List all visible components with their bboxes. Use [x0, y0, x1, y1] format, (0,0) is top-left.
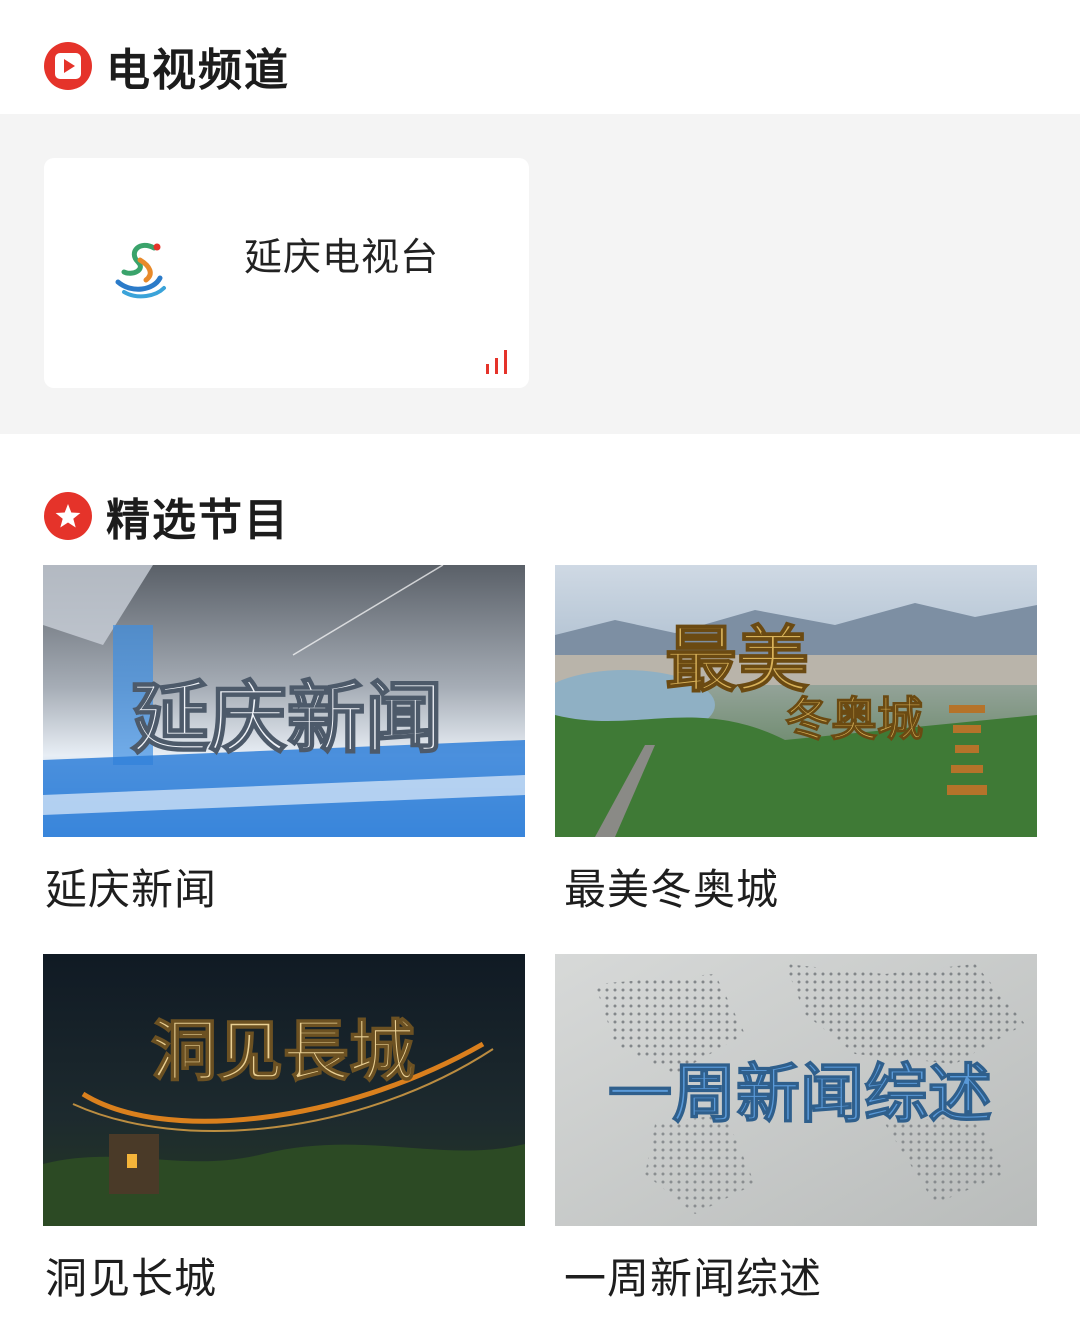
thumb-text-great-wall: 洞见長城: [151, 1016, 415, 1089]
thumb-text-weekly-news-review: 一周新闻综述: [608, 1058, 992, 1130]
program-thumbnail-winter-olympic-city[interactable]: 最美 冬奥城: [555, 565, 1037, 837]
channel-name: 延庆电视台: [244, 235, 440, 279]
channel-card-yanqing-tv[interactable]: 延庆电视台: [44, 158, 529, 388]
program-thumbnail-yanqing-news[interactable]: 延庆新闻: [43, 565, 525, 837]
program-caption-great-wall[interactable]: 洞见长城: [45, 1245, 217, 1306]
program-thumbnail-great-wall[interactable]: 洞见長城: [43, 954, 525, 1226]
play-icon: [44, 42, 92, 90]
audio-bars-icon: [486, 350, 507, 374]
tv-channel-title: 电视频道: [106, 45, 290, 96]
tv-channel-header: 电视频道: [44, 34, 290, 98]
thumb-text-yanqing-news: 延庆新闻: [131, 674, 443, 762]
program-caption-yanqing-news[interactable]: 延庆新闻: [45, 856, 217, 917]
program-caption-winter-olympic-city[interactable]: 最美冬奥城: [564, 856, 779, 917]
yanqing-tv-logo: [110, 238, 174, 308]
program-thumbnail-weekly-news-review[interactable]: 一周新闻综述: [555, 954, 1037, 1226]
star-icon: [44, 492, 92, 540]
program-caption-weekly-news-review[interactable]: 一周新闻综述: [564, 1245, 822, 1306]
thumb-text-winter-olympic-city-top: 最美: [665, 621, 809, 701]
thumb-text-winter-olympic-city-bottom: 冬奥城: [785, 694, 923, 745]
featured-programs-title: 精选节目: [106, 495, 290, 546]
featured-programs-header: 精选节目: [44, 484, 290, 548]
